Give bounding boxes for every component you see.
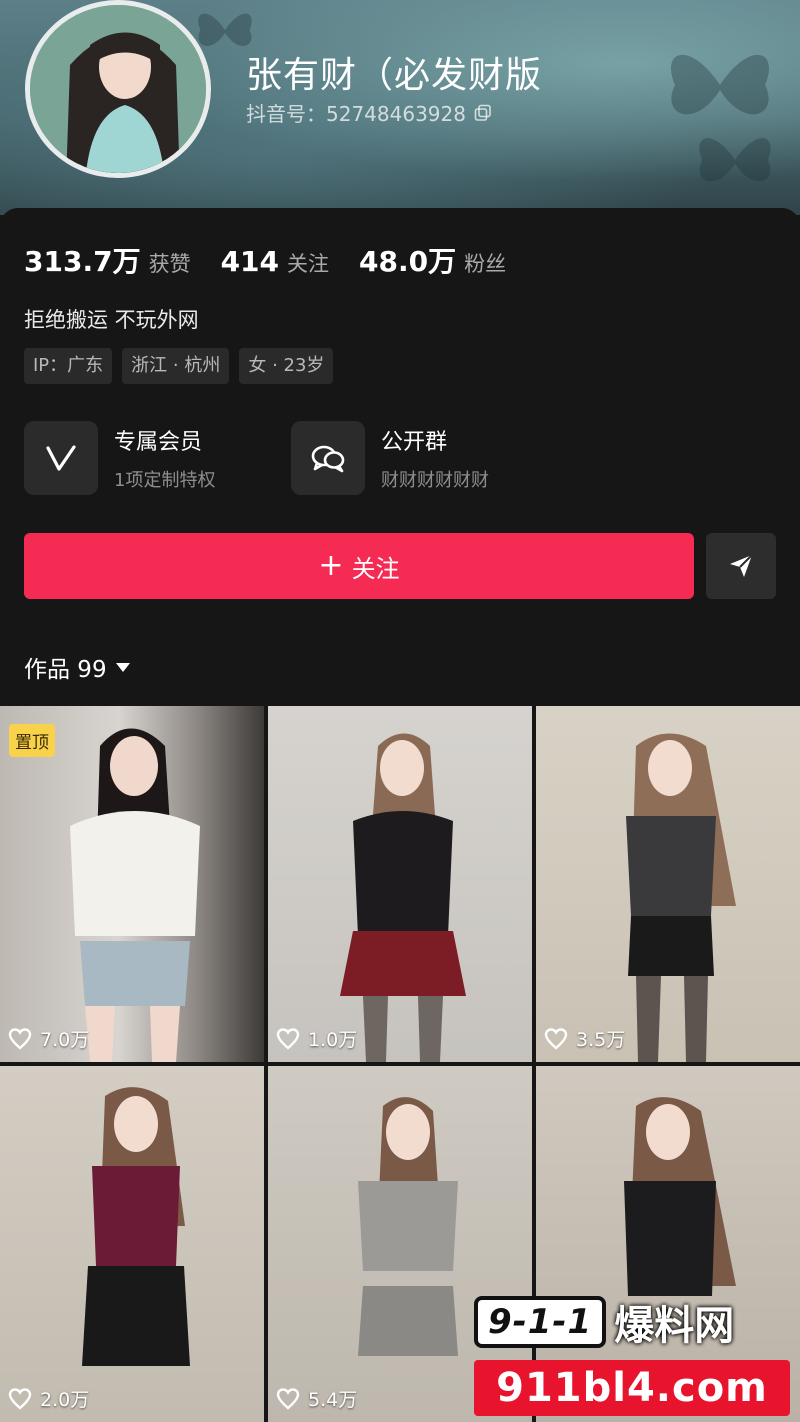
stat-value: 313.7万	[24, 245, 141, 278]
douyin-id[interactable]: 抖音号：52748463928	[246, 98, 492, 127]
thumbnail-image	[340, 733, 466, 1062]
watermark-logo: 9-1-1 爆料网	[474, 1290, 790, 1354]
stat-value: 48.0万	[359, 245, 457, 278]
watermark-text: 爆料网	[614, 1303, 735, 1349]
heart-icon	[8, 1387, 32, 1410]
caret-down-icon	[115, 663, 130, 672]
v-icon	[46, 445, 76, 471]
douyin-id-text: 抖音号：52748463928	[246, 102, 466, 126]
thumbnail-image	[70, 728, 200, 1062]
tab-works[interactable]: 作品 99	[24, 650, 131, 684]
video-thumbnail[interactable]: 置顶 7.0万	[0, 706, 264, 1062]
send-icon	[730, 554, 753, 577]
likes-count: 5.4万	[308, 1389, 358, 1411]
video-likes: 7.0万	[8, 1025, 89, 1052]
profile-bio: 拒绝搬运 不玩外网	[24, 308, 199, 332]
video-thumbnail[interactable]: 3.5万	[536, 706, 800, 1062]
tag-ip: IP：广东	[24, 348, 113, 384]
video-likes: 5.4万	[276, 1385, 357, 1412]
likes-count: 1.0万	[308, 1029, 358, 1051]
membership-icon-box	[24, 421, 98, 495]
plus-icon: +	[318, 548, 344, 583]
follow-button[interactable]: + 关注	[24, 533, 694, 599]
profile-stats: 313.7万 获赞 414 关注 48.0万 粉丝	[24, 240, 536, 280]
share-button[interactable]	[706, 533, 776, 599]
watermark-url: 911bl4.com	[474, 1360, 790, 1416]
video-thumbnail[interactable]: 1.0万	[268, 706, 532, 1062]
watermark-badge: 9-1-1	[474, 1296, 607, 1348]
chat-bubbles-icon	[311, 445, 345, 473]
stat-followers[interactable]: 48.0万 粉丝	[359, 240, 506, 280]
group-entry[interactable]: 公开群 财财财财财财	[291, 421, 489, 495]
likes-count: 2.0万	[40, 1389, 90, 1411]
video-likes: 1.0万	[276, 1025, 357, 1052]
stat-following[interactable]: 414 关注	[221, 245, 329, 278]
avatar[interactable]	[25, 0, 211, 178]
profile-name: 张有财（必发财版	[246, 55, 543, 96]
stat-value: 414	[220, 245, 280, 278]
video-thumbnail[interactable]: 2.0万	[0, 1066, 264, 1422]
butterfly-decoration-icon	[699, 138, 771, 182]
thumbnail-image	[82, 1087, 190, 1366]
tag-gender-age: 女 · 23岁	[239, 348, 334, 384]
pinned-badge: 置顶	[9, 724, 55, 757]
group-subtitle: 财财财财财财	[381, 470, 489, 491]
stat-likes[interactable]: 313.7万 获赞	[24, 240, 191, 280]
heart-icon	[276, 1387, 300, 1410]
membership-entry[interactable]: 专属会员 1项定制特权	[24, 421, 215, 495]
thumbnail-image	[626, 733, 736, 1062]
stat-label: 获赞	[148, 252, 191, 276]
works-label: 作品 99	[24, 657, 107, 683]
likes-count: 7.0万	[40, 1029, 90, 1051]
group-icon-box	[291, 421, 365, 495]
video-likes: 3.5万	[544, 1025, 625, 1052]
heart-icon	[544, 1027, 568, 1050]
membership-title: 专属会员	[114, 430, 203, 455]
group-title: 公开群	[381, 430, 448, 455]
heart-icon	[8, 1027, 32, 1050]
membership-subtitle: 1项定制特权	[114, 470, 216, 491]
video-likes: 2.0万	[8, 1385, 89, 1412]
copy-icon[interactable]	[474, 104, 492, 122]
stat-label: 关注	[287, 252, 330, 276]
likes-count: 3.5万	[576, 1029, 626, 1051]
tag-location: 浙江 · 杭州	[122, 348, 230, 384]
stat-label: 粉丝	[464, 252, 507, 276]
follow-label: 关注	[351, 554, 400, 583]
heart-icon	[276, 1027, 300, 1050]
profile-tags: IP：广东 浙江 · 杭州 女 · 23岁	[24, 348, 334, 384]
